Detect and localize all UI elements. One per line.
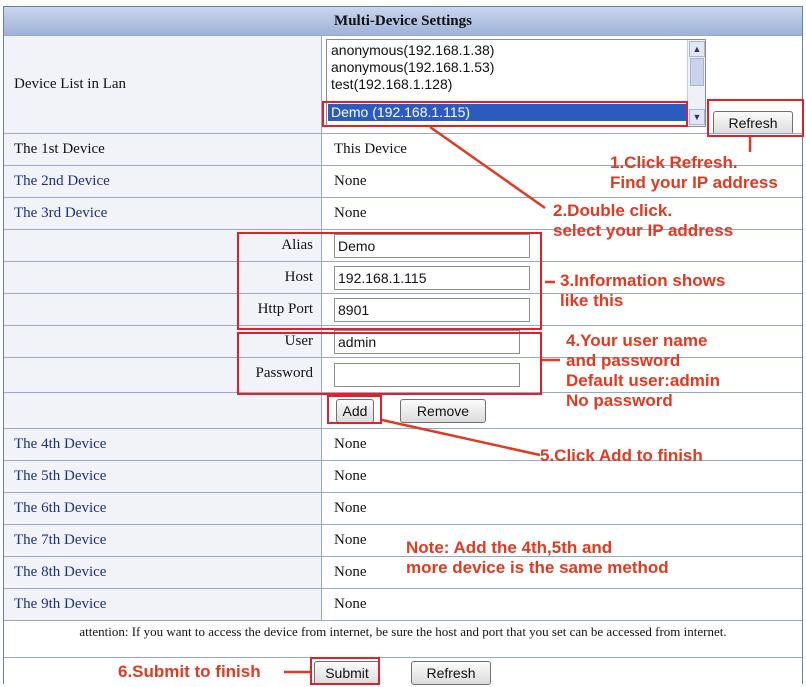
arrow-line [429,125,546,210]
annotation-step-1: 1.Click Refresh. Find your IP address [610,153,778,192]
annotation-step-5: 5.Click Add to finish [540,446,703,465]
annotation-step-6: 6.Submit to finish [118,662,261,681]
annotation-step-2: 2.Double click. select your IP address [553,201,734,240]
annotation-step-4: 4.Your user name and password Default us… [566,331,720,410]
arrow-line [381,418,541,457]
annotation-note: Note: Add the 4th,5th and more device is… [406,538,669,577]
annotation-step-3: 3.Information shows like this [560,271,726,310]
